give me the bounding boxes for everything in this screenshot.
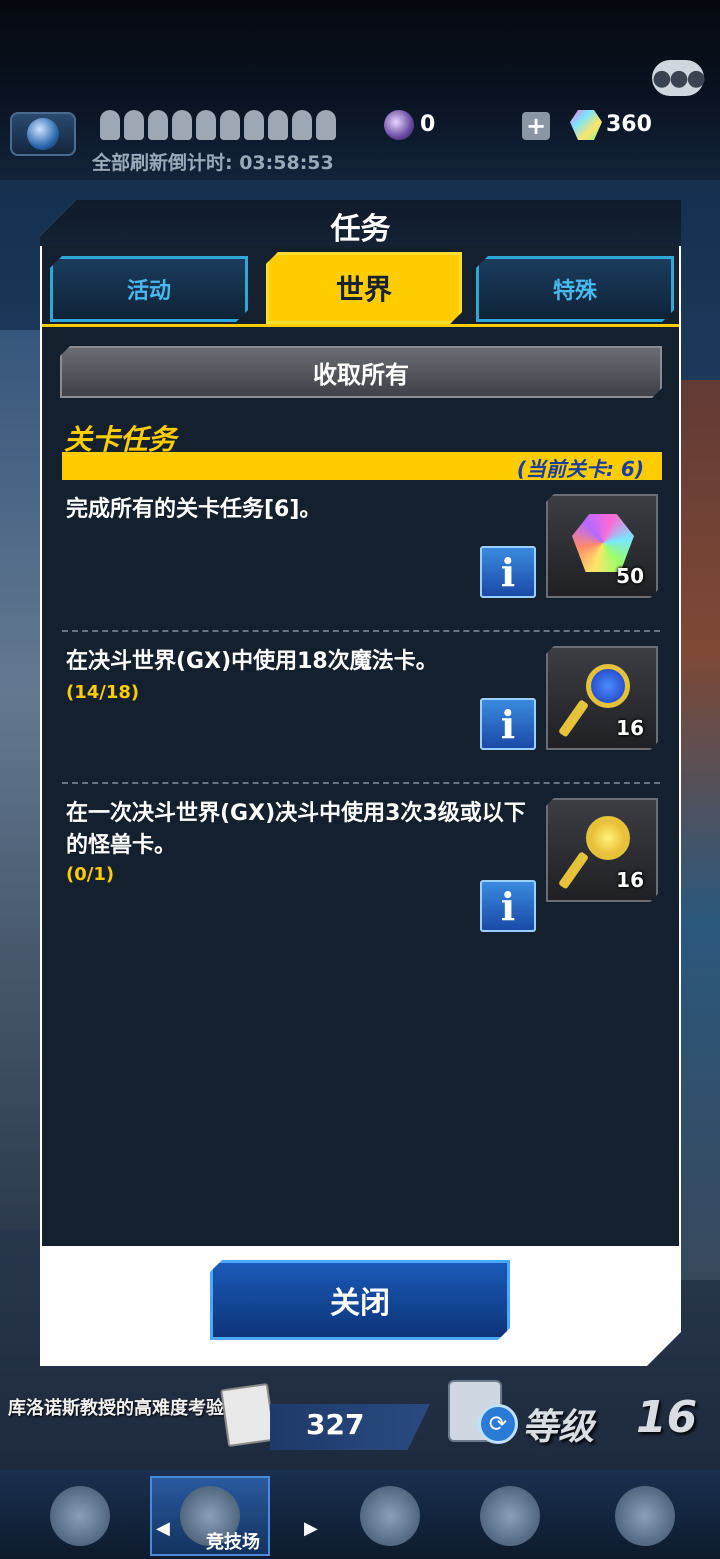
task-progress: (14/18) (66, 682, 140, 703)
add-currency-button[interactable]: + (522, 112, 550, 140)
bottom-nav (0, 1470, 720, 1559)
event-banner[interactable]: 库洛诺斯教授的高难度考验 (8, 1394, 224, 1420)
reward-count: 16 (616, 716, 644, 740)
gear-icon (50, 1486, 110, 1546)
chat-bubble-icon[interactable]: ●●● (652, 60, 706, 96)
reward-count: 16 (616, 868, 644, 892)
missions-modal: 任务 活动 世界 特殊 收取所有 关卡任务 (当前关卡: 6) 完成所有的关卡任… (40, 200, 681, 1366)
task-progress: (0/1) (66, 864, 115, 885)
player-slot (316, 110, 336, 140)
task-divider (62, 782, 660, 784)
tab-world[interactable]: 世界 (266, 252, 462, 324)
modal-title: 任务 (330, 212, 391, 247)
player-slot (100, 110, 120, 140)
task-text: 完成所有的关卡任务[6]。 (66, 497, 322, 522)
level-label: 等级 (522, 1407, 595, 1448)
arena-left-arrow[interactable]: ◀ (156, 1518, 170, 1539)
modal-title-bar: 任务 (40, 200, 681, 246)
top-status-bar: ●●● 0 + 360 全部刷新倒计时: 03:58:53 (0, 0, 720, 180)
close-button[interactable]: 关闭 (210, 1260, 510, 1340)
globe-icon[interactable] (10, 112, 76, 156)
section-bar: (当前关卡: 6) (62, 452, 662, 480)
task-text: 在一次决斗世界(GX)决斗中使用3次3级或以下的怪兽卡。 (66, 801, 526, 858)
tab-special[interactable]: 特殊 (476, 256, 674, 322)
refresh-icon[interactable]: ⟳ (478, 1404, 518, 1444)
player-slot (124, 110, 144, 140)
task-item: 完成所有的关卡任务[6]。 i 50 (62, 494, 660, 604)
deck-count: 327 (306, 1408, 365, 1441)
player-slots (100, 110, 336, 140)
gem-currency-icon (570, 110, 602, 140)
player-slot (196, 110, 216, 140)
player-slot (220, 110, 240, 140)
info-button[interactable]: i (480, 880, 536, 932)
nav-social[interactable] (585, 1476, 705, 1556)
task-item: 在决斗世界(GX)中使用18次魔法卡。 (14/18) i 16 (62, 646, 660, 756)
info-button[interactable]: i (480, 546, 536, 598)
orb-count: 0 (420, 112, 436, 137)
info-button[interactable]: i (480, 698, 536, 750)
level-value: 16 (636, 1392, 698, 1443)
player-slot (268, 110, 288, 140)
reward-box[interactable]: 16 (546, 798, 658, 902)
reward-box[interactable]: 16 (546, 646, 658, 750)
nav-profile-settings[interactable] (20, 1476, 140, 1556)
arena-label: 竞技场 (206, 1532, 260, 1553)
reward-count: 50 (616, 564, 644, 588)
collect-all-button[interactable]: 收取所有 (60, 346, 662, 398)
task-text: 在决斗世界(GX)中使用18次魔法卡。 (66, 649, 438, 674)
player-slot (148, 110, 168, 140)
cards-icon (480, 1486, 540, 1546)
tab-activity[interactable]: 活动 (50, 256, 248, 322)
arena-right-arrow[interactable]: ▶ (304, 1518, 318, 1539)
orb-currency-icon (384, 110, 414, 140)
nav-shop[interactable] (330, 1476, 450, 1556)
player-slot (172, 110, 192, 140)
reward-box[interactable]: 50 (546, 494, 658, 598)
player-slot (244, 110, 264, 140)
task-item: 在一次决斗世界(GX)决斗中使用3次3级或以下的怪兽卡。 (0/1) i 16 (62, 798, 660, 938)
player-slot (292, 110, 312, 140)
current-stage: (当前关卡: 6) (516, 457, 644, 481)
shopping-cart-icon (360, 1486, 420, 1546)
mission-tabs: 活动 世界 特殊 (48, 252, 673, 326)
handshake-icon (615, 1486, 675, 1546)
gem-count: 360 (606, 112, 652, 137)
modal-content: 活动 世界 特殊 收取所有 关卡任务 (当前关卡: 6) 完成所有的关卡任务[6… (42, 246, 679, 1246)
nav-deck[interactable] (450, 1476, 570, 1556)
tab-underline (42, 324, 679, 327)
card-icon (220, 1382, 276, 1448)
task-divider (62, 630, 660, 632)
refresh-timer: 全部刷新倒计时: 03:58:53 (92, 152, 334, 174)
